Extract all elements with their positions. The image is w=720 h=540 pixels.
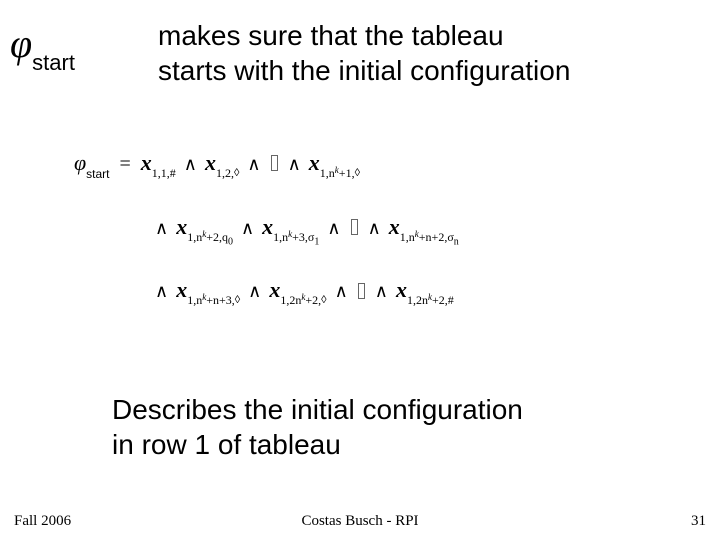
phi-lhs: φ (74, 150, 86, 175)
top-line-1: makes sure that the tableau (158, 20, 504, 51)
and-op: ∧ (244, 154, 263, 174)
x-var: x (176, 214, 187, 239)
formula-line-1: φstart = x1,1,# ∧ x1,2,◊ ∧ ∧ x1,nk+1,◊ (74, 132, 704, 194)
phi-subscript: start (32, 50, 75, 75)
and-op: ∧ (152, 218, 171, 238)
sub-1-nk1-d: 1,nk+1,◊ (320, 166, 360, 180)
formula-line-2: ∧ x1,nk+2,q0 ∧ x1,nk+3,σ1 ∧ ∧ x1,nk+n+2,… (74, 196, 704, 258)
bottom-description: Describes the initial configuration in r… (112, 392, 672, 462)
sub-1-2nk2-h: 1,2nk+2,# (407, 293, 454, 307)
sub-1-1-hash: 1,1,# (152, 166, 176, 180)
equals: = (115, 153, 136, 175)
and-op: ∧ (245, 281, 264, 301)
phi-start-symbol: φstart (10, 20, 75, 72)
and-op: ∧ (365, 218, 384, 238)
sub-1-nk3-s1: 1,nk+3,σ1 (273, 230, 319, 244)
footer-page-number: 31 (691, 513, 706, 530)
ellipsis-icon (271, 155, 278, 171)
sub-1-2nk2-d: 1,2nk+2,◊ (280, 293, 326, 307)
slide: φstart makes sure that the tableau start… (0, 0, 720, 540)
sub-1-nk2-q0: 1,nk+2,q0 (187, 230, 233, 244)
x-var: x (262, 214, 273, 239)
and-op: ∧ (285, 154, 304, 174)
sub-1-nkn2-sn: 1,nk+n+2,σn (400, 230, 459, 244)
ellipsis-icon (358, 283, 365, 299)
x-var: x (205, 150, 216, 175)
phi-letter: φ (10, 21, 32, 66)
and-op: ∧ (152, 281, 171, 301)
top-description: makes sure that the tableau starts with … (158, 18, 718, 88)
x-var: x (269, 277, 280, 302)
ellipsis-icon (351, 219, 358, 235)
x-var: x (141, 150, 152, 175)
formula-block: φstart = x1,1,# ∧ x1,2,◊ ∧ ∧ x1,nk+1,◊ ∧… (74, 132, 704, 323)
top-line-2: starts with the initial configuration (158, 55, 570, 86)
and-op: ∧ (324, 218, 343, 238)
sub-1-2-d: 1,2,◊ (216, 166, 239, 180)
x-var: x (309, 150, 320, 175)
and-op: ∧ (372, 281, 391, 301)
and-op: ∧ (332, 281, 351, 301)
phi-lhs-sub: start (86, 167, 109, 181)
and-op: ∧ (238, 218, 257, 238)
sub-1-nkn3-d: 1,nk+n+3,◊ (187, 293, 240, 307)
desc-line-2: in row 1 of tableau (112, 429, 341, 460)
formula-line-3: ∧ x1,nk+n+3,◊ ∧ x1,2nk+2,◊ ∧ ∧ x1,2nk+2,… (74, 259, 704, 321)
x-var: x (396, 277, 407, 302)
x-var: x (389, 214, 400, 239)
footer-center: Costas Busch - RPI (0, 513, 720, 530)
desc-line-1: Describes the initial configuration (112, 394, 523, 425)
x-var: x (176, 277, 187, 302)
and-op: ∧ (181, 154, 200, 174)
